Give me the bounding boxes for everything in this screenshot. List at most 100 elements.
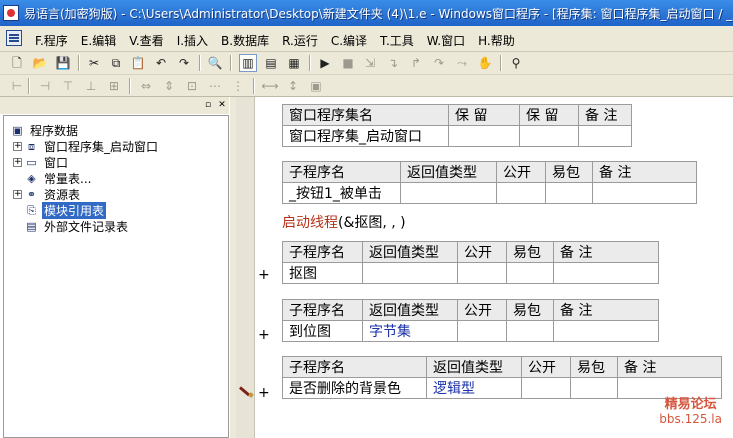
menu-help[interactable]: H.帮助 [473, 30, 520, 51]
space-horizontal-icon[interactable]: ⋯ [207, 78, 223, 94]
center-vertical-icon[interactable]: ↕ [285, 78, 301, 94]
comment-cell[interactable] [553, 320, 659, 342]
header-cell: 备 注 [553, 299, 659, 321]
assembly-name-cell[interactable]: 窗口程序集_启动窗口 [282, 125, 449, 147]
expand-toggle[interactable]: + [13, 189, 22, 199]
return-type-cell[interactable] [362, 262, 458, 284]
panel-left-icon[interactable]: ▥ [239, 54, 257, 72]
tree-node-window[interactable]: + ▭ 窗口 [13, 154, 70, 170]
tree-node-code-set[interactable]: + ⧈ 窗口程序集_启动窗口 [13, 138, 160, 154]
menu-insert[interactable]: I.插入 [172, 30, 213, 51]
align-right-icon[interactable]: ⊣ [37, 78, 53, 94]
align-middle-icon[interactable]: ⊞ [106, 78, 122, 94]
align-bottom-icon[interactable]: ⊥ [83, 78, 99, 94]
expand-marker[interactable]: + [258, 267, 270, 283]
lock-layout-icon[interactable]: ▣ [308, 78, 324, 94]
subroutine-table-button-click: 子程序名 返回值类型 公开 易包 备 注 _按钮1_被单击 [282, 161, 697, 204]
comment-cell[interactable] [578, 125, 632, 147]
panel-top-icon[interactable]: ▤ [263, 55, 279, 71]
center-horizontal-icon[interactable]: ⟷ [261, 78, 278, 94]
step-over-icon[interactable]: ↷ [431, 55, 447, 71]
menu-window[interactable]: W.窗口 [422, 30, 470, 51]
new-file-icon[interactable]: 🗋 [9, 55, 25, 71]
run-icon[interactable]: ▶ [317, 55, 333, 71]
same-height-icon[interactable]: ⇕ [161, 78, 177, 94]
header-cell: 返回值类型 [362, 299, 458, 321]
comment-cell[interactable] [553, 262, 659, 284]
reserved-cell[interactable] [519, 125, 579, 147]
same-size-icon[interactable]: ⊡ [184, 78, 200, 94]
step-into-icon[interactable]: ↴ [385, 55, 401, 71]
public-cell[interactable] [457, 262, 507, 284]
breakpoint-hand-icon[interactable]: ✋ [477, 55, 493, 71]
subroutine-table-to-bitmap: 子程序名 返回值类型 公开 易包 备 注 到位图 字节集 [282, 299, 659, 342]
step-icon[interactable]: ⇲ [362, 55, 378, 71]
tree-node-program-data[interactable]: ▣ 程序数据 [10, 122, 80, 138]
app-icon[interactable] [3, 5, 19, 21]
watermark-url: bbs.125.la [659, 412, 722, 426]
menu-run[interactable]: R.运行 [277, 30, 323, 51]
tree-node-constants[interactable]: ◈ 常量表... [24, 170, 93, 186]
tree-label: 模块引用表 [42, 201, 107, 219]
menu-tools[interactable]: T.工具 [375, 30, 419, 51]
subroutine-name-cell[interactable]: _按钮1_被单击 [282, 182, 401, 204]
epackage-cell[interactable] [506, 262, 554, 284]
public-cell[interactable] [496, 182, 546, 204]
trace-icon[interactable]: ⤳ [454, 55, 470, 71]
return-type-cell[interactable]: 字节集 [362, 320, 458, 342]
open-folder-icon[interactable]: 📂 [32, 55, 48, 71]
menu-database[interactable]: B.数据库 [216, 30, 274, 51]
document-menu-icon[interactable] [6, 30, 22, 46]
stop-icon[interactable]: ■ [340, 55, 356, 71]
menu-view[interactable]: V.查看 [124, 30, 168, 51]
return-type-cell[interactable] [400, 182, 497, 204]
save-icon[interactable]: 💾 [55, 55, 71, 71]
close-icon[interactable]: ✕ [216, 99, 228, 111]
expand-marker[interactable]: + [258, 385, 270, 401]
binoculars-icon[interactable]: ⚲ [508, 55, 524, 71]
subroutine-name-cell[interactable]: 是否删除的背景色 [282, 377, 427, 399]
expand-toggle[interactable]: + [13, 141, 22, 151]
menu-program[interactable]: F.程序 [30, 30, 73, 51]
same-width-icon[interactable]: ⇔ [138, 78, 154, 94]
comment-cell[interactable] [617, 377, 722, 399]
tree-node-external-files[interactable]: ▤ 外部文件记录表 [24, 218, 130, 234]
expand-marker[interactable]: + [258, 327, 270, 343]
subroutine-name-cell[interactable]: 到位图 [282, 320, 363, 342]
menu-compile[interactable]: C.编译 [326, 30, 372, 51]
cut-icon[interactable]: ✂ [86, 55, 102, 71]
public-cell[interactable] [521, 377, 571, 399]
menu-edit[interactable]: E.编辑 [76, 30, 121, 51]
epackage-cell[interactable] [506, 320, 554, 342]
code-line-start-thread[interactable]: 启动线程(&抠图, , ) [282, 212, 406, 232]
assembly-table: 窗口程序集名 保 留 保 留 备 注 窗口程序集_启动窗口 [282, 104, 632, 147]
tree-node-resources[interactable]: + ⚭ 资源表 [13, 186, 82, 202]
constant-table-icon: ◈ [27, 171, 36, 185]
tree-label: 窗口 [44, 155, 69, 170]
tree-node-module-refs[interactable]: ⎘ 模块引用表 [24, 201, 107, 219]
align-left-icon[interactable]: ⊢ [9, 78, 25, 94]
paste-icon[interactable]: 📋 [130, 55, 146, 71]
space-vertical-icon[interactable]: ⋮ [230, 78, 246, 94]
panel-bottom-icon[interactable]: ▦ [286, 55, 302, 71]
find-icon[interactable]: 🔍 [207, 55, 223, 71]
epackage-cell[interactable] [570, 377, 618, 399]
redo-icon[interactable]: ↷ [176, 55, 192, 71]
header-cell: 公开 [521, 356, 571, 378]
header-cell: 公开 [457, 241, 507, 263]
return-type-cell[interactable]: 逻辑型 [426, 377, 522, 399]
pin-icon[interactable]: ▫ [202, 99, 214, 111]
epackage-cell[interactable] [545, 182, 593, 204]
undo-icon[interactable]: ↶ [153, 55, 169, 71]
reserved-cell[interactable] [448, 125, 520, 147]
public-cell[interactable] [457, 320, 507, 342]
comment-cell[interactable] [592, 182, 697, 204]
expand-toggle[interactable]: + [13, 157, 22, 167]
subroutine-table-is-delete-bg: 子程序名 返回值类型 公开 易包 备 注 是否删除的背景色 逻辑型 [282, 356, 722, 399]
copy-icon[interactable]: ⧉ [108, 55, 124, 71]
align-top-icon[interactable]: ⊤ [60, 78, 76, 94]
watermark-title: 精易论坛 [664, 397, 717, 412]
subroutine-name-cell[interactable]: 抠图 [282, 262, 363, 284]
header-cell: 子程序名 [282, 299, 363, 321]
step-out-icon[interactable]: ↱ [408, 55, 424, 71]
